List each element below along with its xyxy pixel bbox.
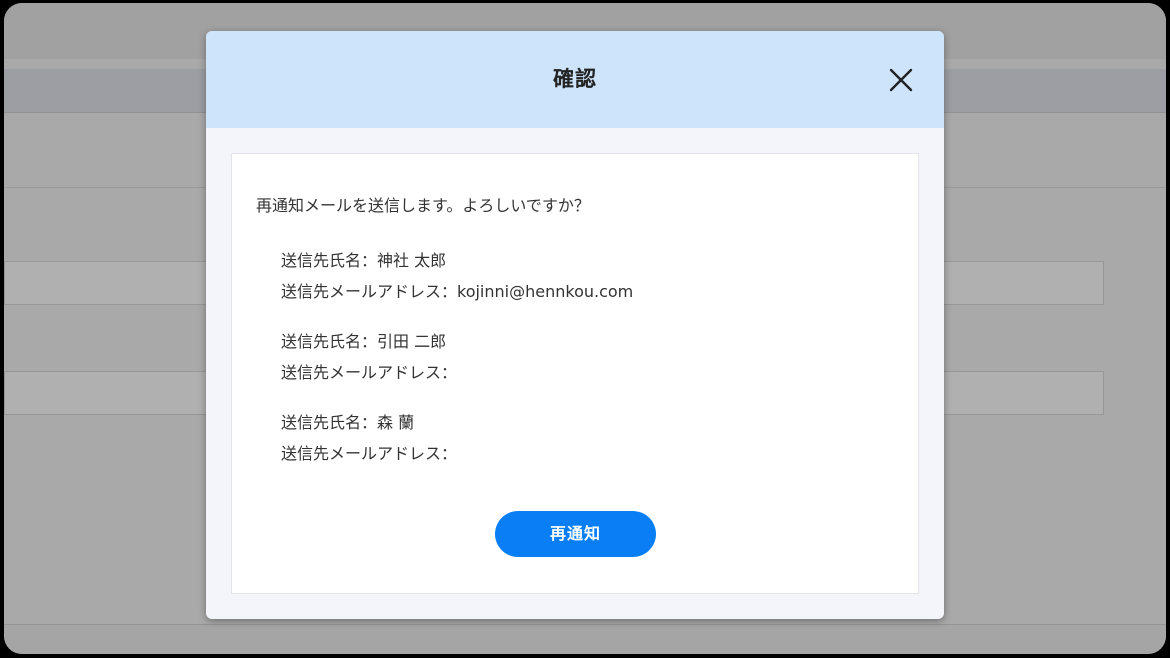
confirm-dialog: 確認 再通知メールを送信します。よろしいですか？ 送信先氏名：神社 太郎 送信先… (206, 31, 944, 619)
recipient-email: 送信先メールアドレス： (281, 444, 458, 463)
device-frame: 確認 再通知メールを送信します。よろしいですか？ 送信先氏名：神社 太郎 送信先… (0, 0, 1170, 658)
screen: 確認 再通知メールを送信します。よろしいですか？ 送信先氏名：神社 太郎 送信先… (4, 3, 1166, 654)
dialog-body: 再通知メールを送信します。よろしいですか？ 送信先氏名：神社 太郎 送信先メール… (231, 153, 919, 594)
close-button[interactable] (888, 67, 914, 93)
recipient-email: 送信先メールアドレス： (281, 363, 458, 382)
renotify-button[interactable]: 再通知 (495, 511, 656, 557)
close-icon (889, 68, 913, 92)
recipient-name: 送信先氏名：引田 二郎 (281, 332, 447, 351)
dialog-header: 確認 (206, 31, 944, 128)
dialog-title: 確認 (553, 67, 597, 91)
recipient-name: 送信先氏名：森 蘭 (281, 413, 415, 432)
recipient-name: 送信先氏名：神社 太郎 (281, 251, 447, 270)
recipient-email: 送信先メールアドレス：kojinni@hennkou.com (281, 282, 634, 301)
background-footer (4, 624, 1166, 654)
confirm-message: 再通知メールを送信します。よろしいですか？ (256, 196, 590, 215)
